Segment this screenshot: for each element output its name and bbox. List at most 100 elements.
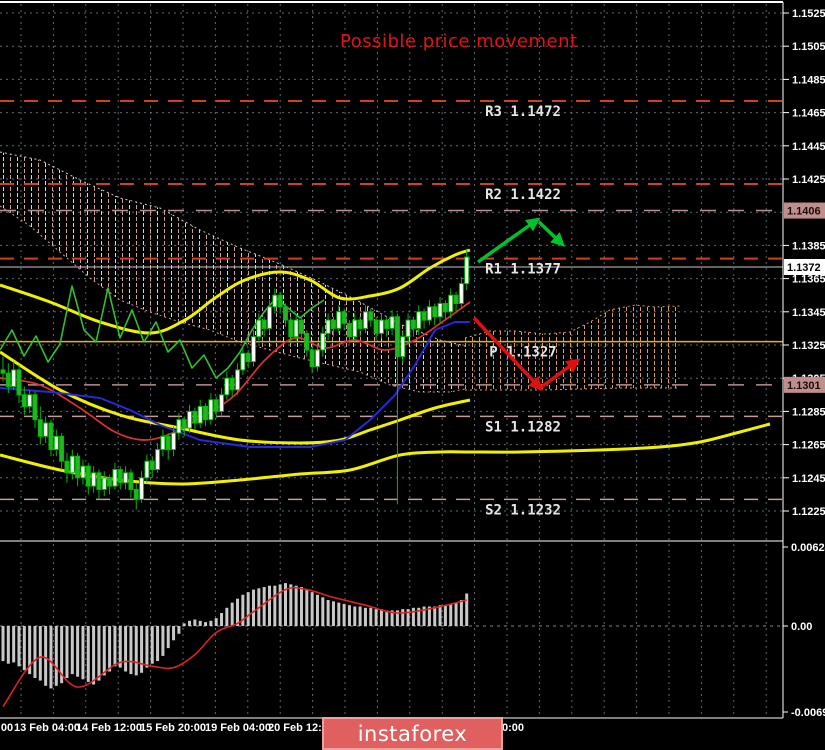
candle-body xyxy=(330,319,336,329)
macd-histogram-bar xyxy=(273,585,277,626)
highlighted-price-label: 1.1372 xyxy=(787,262,821,274)
macd-histogram-bar xyxy=(209,620,213,626)
macd-histogram-bar xyxy=(310,592,314,626)
macd-histogram-bar xyxy=(166,626,170,649)
candle-body xyxy=(16,369,22,396)
time-axis-label: 00 xyxy=(1,722,13,734)
candle-body xyxy=(133,488,139,500)
candlestick xyxy=(149,456,155,478)
candlestick xyxy=(245,349,251,369)
macd-histogram-bar xyxy=(214,618,218,626)
candlestick xyxy=(64,452,70,483)
macd-histogram-bar xyxy=(134,626,138,676)
candlestick xyxy=(101,471,107,497)
highlighted-price-label: 1.1301 xyxy=(787,380,821,392)
candle-body xyxy=(378,319,384,334)
price-tick-label: 1.1425 xyxy=(792,174,825,186)
candle-body xyxy=(128,472,134,490)
candle-body xyxy=(256,319,262,338)
candlestick xyxy=(117,466,123,490)
macd-histogram-bar xyxy=(443,605,447,626)
possible-move-up-pullback-arrow xyxy=(537,220,566,247)
candle-body xyxy=(197,405,203,424)
indicator-tick-label: 0.00624 xyxy=(791,542,825,554)
macd-histogram-bar xyxy=(353,606,357,626)
candle-body xyxy=(346,322,352,338)
candlestick xyxy=(165,432,171,460)
highlighted-price-label: 1.1406 xyxy=(787,206,821,218)
candle-body xyxy=(341,311,347,324)
candlestick xyxy=(219,388,225,417)
macd-histogram-bar xyxy=(246,592,250,626)
macd-histogram-bar xyxy=(299,587,303,626)
macd-histogram-bar xyxy=(140,626,144,673)
candle-body xyxy=(240,352,246,371)
macd-histogram-bar xyxy=(81,626,85,680)
candlestick xyxy=(139,471,145,503)
candle-body xyxy=(96,472,102,490)
macd-histogram-bar xyxy=(65,626,69,678)
candle-body xyxy=(368,311,374,321)
indicator-tick-label: 0.00 xyxy=(791,621,812,633)
candlestick xyxy=(224,371,230,400)
candle-body xyxy=(426,306,432,321)
candle-body xyxy=(21,394,27,407)
price-chart-canvas[interactable]: R3 1.1472R2 1.1422R1 1.1377P 1.1327S1 1.… xyxy=(0,0,825,750)
macd-histogram-bar xyxy=(374,609,378,626)
candle-body xyxy=(59,435,65,462)
candle-body xyxy=(251,336,257,363)
price-tick-label: 1.1485 xyxy=(792,74,825,86)
candle-body xyxy=(309,349,315,368)
candle-body xyxy=(389,316,395,329)
pivot-level-label: R2 1.1422 xyxy=(485,187,561,203)
candlestick xyxy=(432,303,438,326)
macd-histogram-bar xyxy=(449,603,453,626)
candle-body xyxy=(410,319,416,329)
pivot-level-label: R1 1.1377 xyxy=(485,262,561,278)
candlestick xyxy=(442,300,448,321)
candlestick xyxy=(203,403,209,427)
macd-histogram-bar xyxy=(161,626,165,656)
candlestick xyxy=(75,452,81,487)
chart-annotation-title: Possible price movement xyxy=(340,31,578,52)
macd-histogram-bar xyxy=(38,626,42,681)
candle-body xyxy=(107,477,113,487)
candlestick xyxy=(421,308,427,329)
candle-body xyxy=(0,369,6,374)
price-tick-label: 1.1225 xyxy=(792,506,825,518)
candle-body xyxy=(27,394,33,407)
candle-body xyxy=(155,449,161,470)
price-tick-label: 1.1445 xyxy=(792,141,825,153)
macd-histogram-bar xyxy=(156,626,160,662)
macd-histogram-bar xyxy=(230,602,234,626)
macd-histogram-bar xyxy=(331,601,335,626)
candlestick xyxy=(53,429,59,457)
candle-body xyxy=(293,319,299,338)
candle-body xyxy=(416,311,422,329)
candle-body xyxy=(160,435,166,451)
candle-body xyxy=(139,477,145,500)
candlestick xyxy=(128,469,134,498)
candlestick xyxy=(426,300,432,326)
macd-histogram-bar xyxy=(433,606,437,626)
candle-body xyxy=(261,319,267,329)
candle-body xyxy=(272,294,278,308)
candlestick xyxy=(43,416,49,443)
macd-histogram-bar xyxy=(124,626,128,672)
macd-histogram-bar xyxy=(379,609,383,626)
pivot-level-label: S1 1.1282 xyxy=(485,419,561,435)
candle-body xyxy=(224,377,230,396)
candlestick xyxy=(144,454,150,483)
macd-histogram-bar xyxy=(305,589,309,626)
time-axis-label: 19 Feb 04:00 xyxy=(205,722,271,734)
candle-body xyxy=(336,311,342,329)
macd-histogram-bar xyxy=(278,584,282,626)
macd-histogram-bar xyxy=(465,593,469,626)
macd-histogram-bar xyxy=(22,626,26,671)
candlestick xyxy=(192,408,198,430)
candlestick xyxy=(69,449,75,480)
price-tick-label: 1.1365 xyxy=(792,274,825,286)
macd-histogram-bar xyxy=(17,626,21,667)
candle-body xyxy=(432,306,438,318)
candle-body xyxy=(203,405,209,421)
